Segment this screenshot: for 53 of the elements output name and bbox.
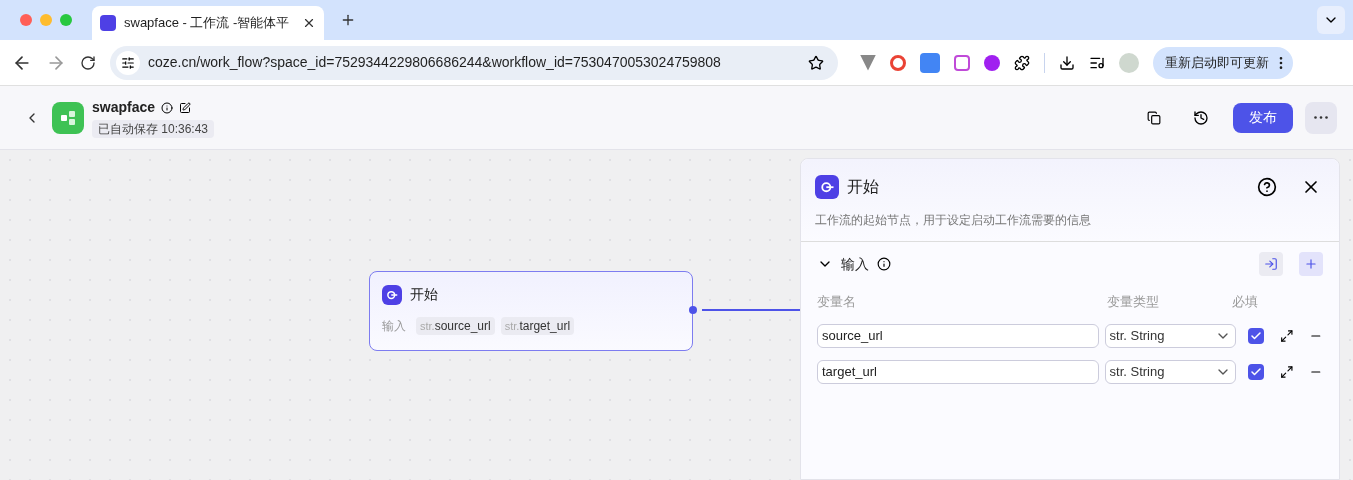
browser-tab[interactable]: swapface - 工作流 -智能体平: [92, 6, 324, 40]
help-icon[interactable]: [1257, 177, 1277, 197]
workflow-title: swapface: [92, 98, 156, 117]
site-favicon: [100, 15, 116, 31]
history-icon[interactable]: [1193, 109, 1209, 126]
output-port[interactable]: [689, 306, 697, 314]
node-title: 开始: [410, 285, 438, 304]
variable-name-field[interactable]: target_url: [817, 359, 1099, 384]
puzzle-icon[interactable]: [1014, 54, 1030, 71]
variable-name-field[interactable]: source_url: [817, 323, 1099, 348]
column-header: 变量类型: [1107, 293, 1160, 311]
address-bar[interactable]: coze.cn/work_flow?space_id=7529344229806686244&workflow_id=7530470053024759808: [110, 45, 838, 80]
required-checkbox[interactable]: [1248, 327, 1264, 344]
required-checkbox[interactable]: [1248, 363, 1264, 380]
column-header: 变量名: [817, 293, 857, 311]
info-icon[interactable]: [161, 101, 174, 114]
workflow-logo: [52, 101, 84, 134]
start-node-icon: [382, 284, 402, 305]
panel-title: 开始: [847, 177, 880, 197]
close-tab-icon[interactable]: [302, 16, 316, 30]
new-tab-icon[interactable]: [340, 12, 356, 28]
circle-extension-icon[interactable]: [984, 54, 1000, 71]
publish-button[interactable]: 发布: [1233, 102, 1293, 133]
site-settings-icon[interactable]: [121, 55, 135, 70]
param-tag: str.target_url: [500, 317, 575, 335]
column-header: 必填: [1232, 293, 1258, 311]
bookmark-star-icon[interactable]: [808, 54, 824, 71]
update-button[interactable]: 重新启动即可更新: [1153, 46, 1293, 79]
check-icon: [1249, 329, 1262, 342]
panel-description: 工作流的起始节点，用于设定启动工作流需要的信息: [815, 212, 1092, 229]
download-icon[interactable]: [1059, 54, 1075, 71]
ring-extension-icon[interactable]: [890, 54, 906, 71]
expand-icon[interactable]: [1279, 328, 1294, 343]
variable-type-select[interactable]: str. String: [1104, 323, 1237, 348]
tab-search-button[interactable]: [1317, 6, 1345, 34]
url-text: coze.cn/work_flow?space_id=7529344229806686244&workflow_id=7530470053024759808: [148, 53, 722, 72]
reload-icon[interactable]: [80, 54, 96, 71]
import-icon: [1264, 257, 1278, 271]
start-node-icon: [815, 175, 839, 199]
more-icon: [1314, 116, 1328, 119]
expand-icon[interactable]: [1279, 364, 1294, 379]
param-tag: str.source_url: [416, 317, 495, 335]
start-node[interactable]: 开始 输入 str.source_url str.target_url: [369, 271, 693, 351]
section-title: 输入: [841, 254, 869, 274]
save-status: 已自动保存 10:36:43: [92, 120, 215, 138]
variable-type-select[interactable]: str. String: [1104, 359, 1237, 384]
copy-icon[interactable]: [1147, 110, 1161, 125]
info-icon[interactable]: [877, 257, 891, 271]
plus-icon: [1304, 257, 1318, 271]
import-button[interactable]: [1259, 252, 1283, 276]
input-label: 输入: [382, 318, 406, 335]
edit-icon[interactable]: [179, 101, 192, 114]
check-icon: [1249, 365, 1262, 378]
